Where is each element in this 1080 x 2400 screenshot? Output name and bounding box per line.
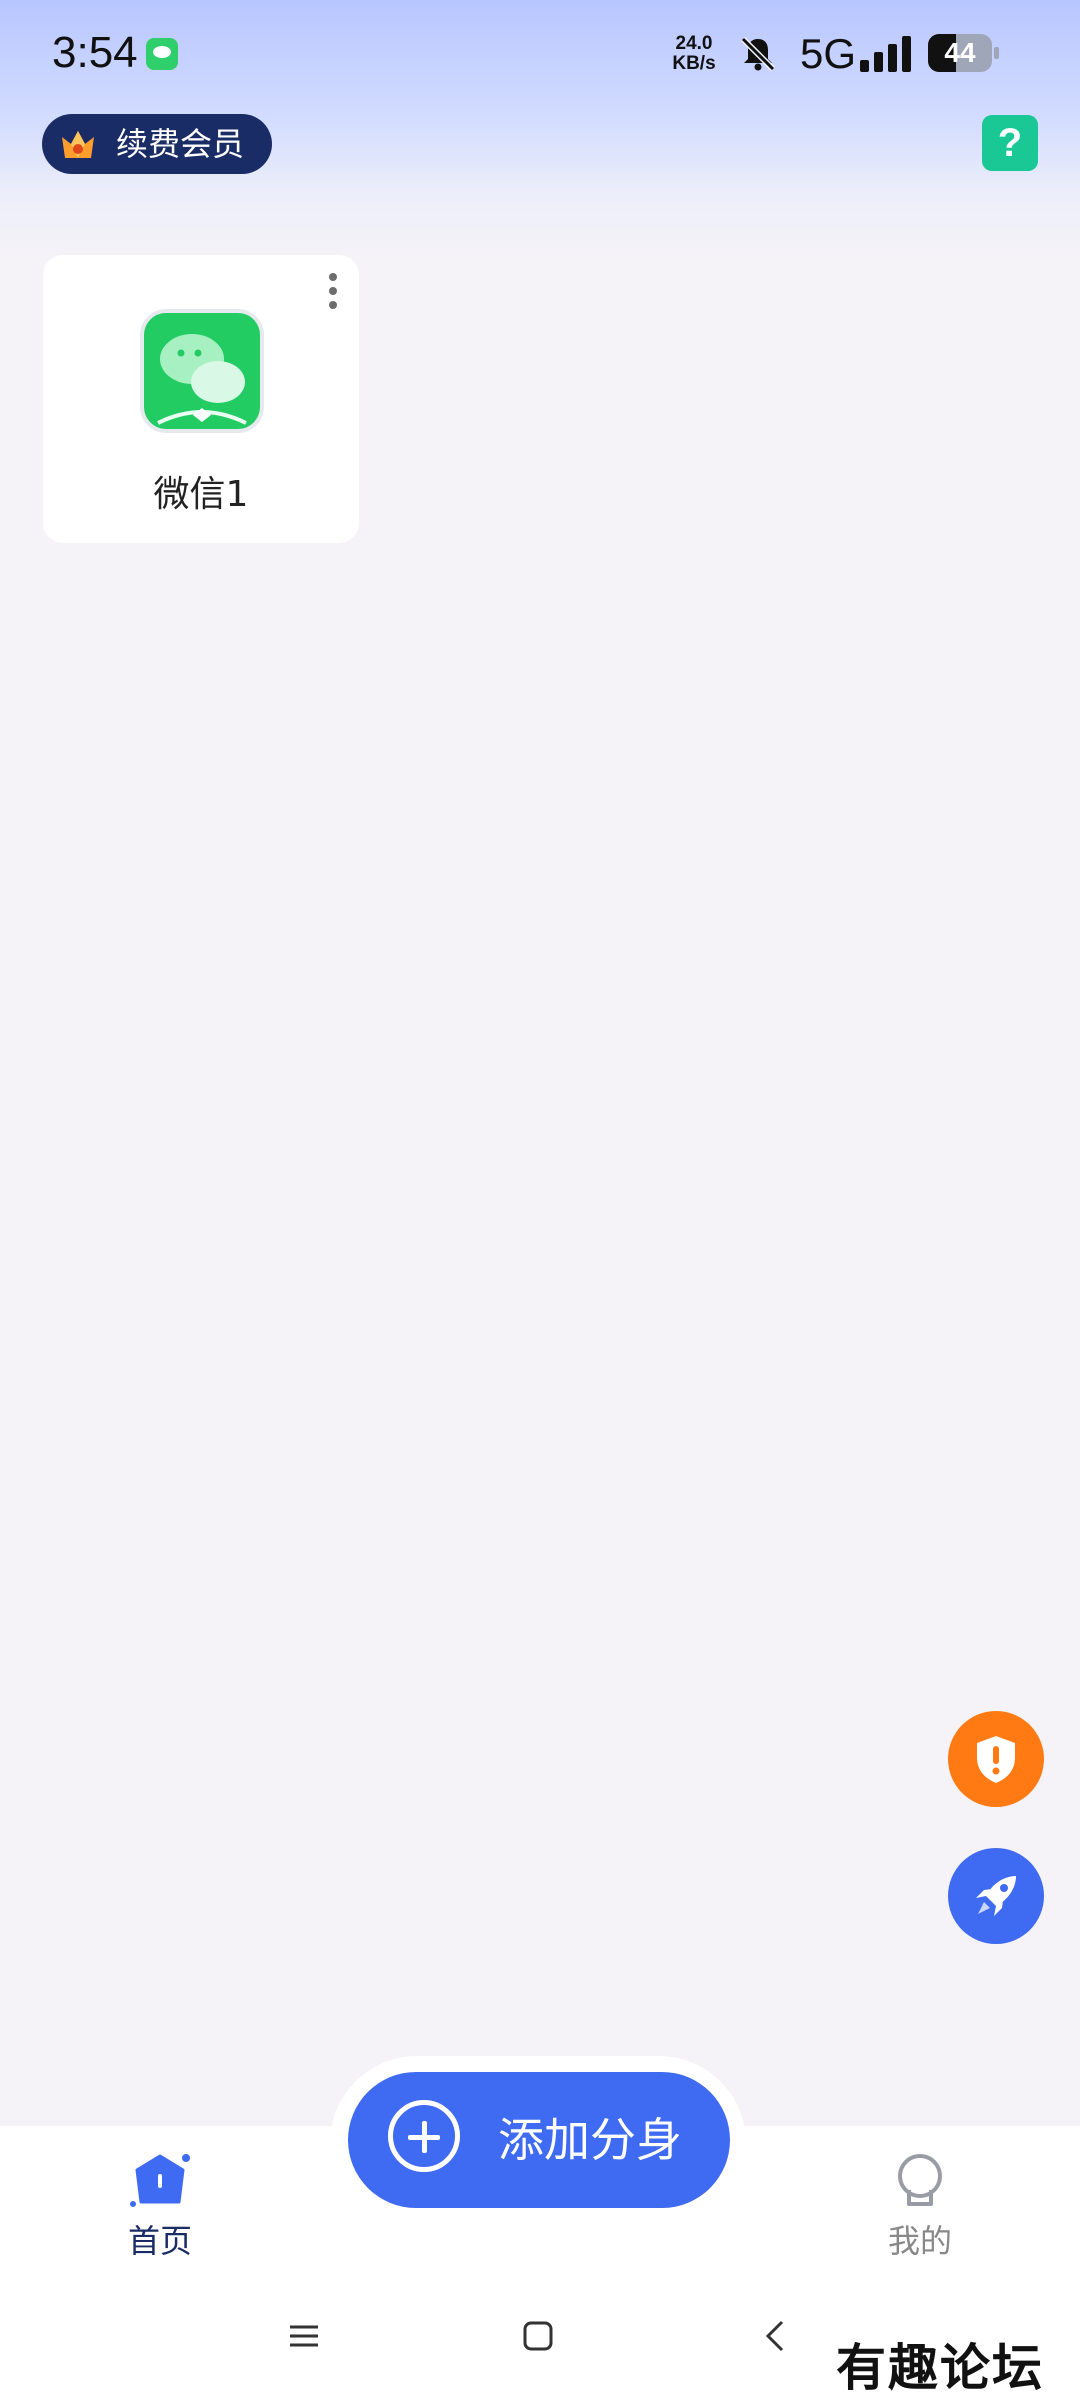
wechat-notification-icon <box>146 38 178 70</box>
speed-boost-fab[interactable] <box>948 1848 1044 1944</box>
menu-icon[interactable] <box>284 2316 324 2356</box>
network-speed-unit: KB/s <box>672 53 716 74</box>
nav-mine[interactable]: 我的 <box>845 2150 995 2270</box>
bell-muted-icon <box>740 36 776 72</box>
network-speed-value: 24.0 <box>675 33 713 54</box>
renew-membership-label: 续费会员 <box>116 125 245 163</box>
shield-alert-icon <box>977 1736 1015 1783</box>
back-icon[interactable] <box>756 2316 796 2356</box>
profile-tab-icon <box>898 2154 942 2206</box>
nav-home-label: 首页 <box>127 2222 192 2260</box>
home-icon[interactable] <box>518 2316 558 2356</box>
renew-membership-button[interactable]: 续费会员 <box>42 114 272 174</box>
status-time: 3:54 <box>52 28 138 77</box>
watermark: 有趣论坛 <box>836 2338 1044 2397</box>
signal-icon <box>860 36 911 72</box>
rocket-icon <box>976 1876 1016 1916</box>
more-options-icon[interactable] <box>321 273 345 319</box>
app-name: 微信1 <box>153 474 249 515</box>
wechat-clone-icon <box>140 309 264 433</box>
plus-circle-icon <box>388 2100 460 2172</box>
add-clone-button[interactable]: 添加分身 <box>348 2072 730 2208</box>
status-bar: 3:54 24.0 KB/s 5G 44 <box>0 0 1080 110</box>
app-card[interactable]: 微信1 <box>43 255 359 543</box>
network-speed: 24.0 KB/s <box>664 34 724 74</box>
crown-icon <box>62 131 94 158</box>
nav-home[interactable]: 首页 <box>85 2150 235 2270</box>
add-clone-label: 添加分身 <box>498 2113 682 2167</box>
home-tab-icon <box>130 2154 190 2207</box>
help-button[interactable]: ? <box>982 115 1038 171</box>
nav-mine-label: 我的 <box>887 2222 952 2260</box>
security-fab[interactable] <box>948 1711 1044 1807</box>
battery-icon: 44 <box>928 34 999 72</box>
battery-level: 44 <box>944 37 976 68</box>
network-type: 5G <box>800 30 857 77</box>
